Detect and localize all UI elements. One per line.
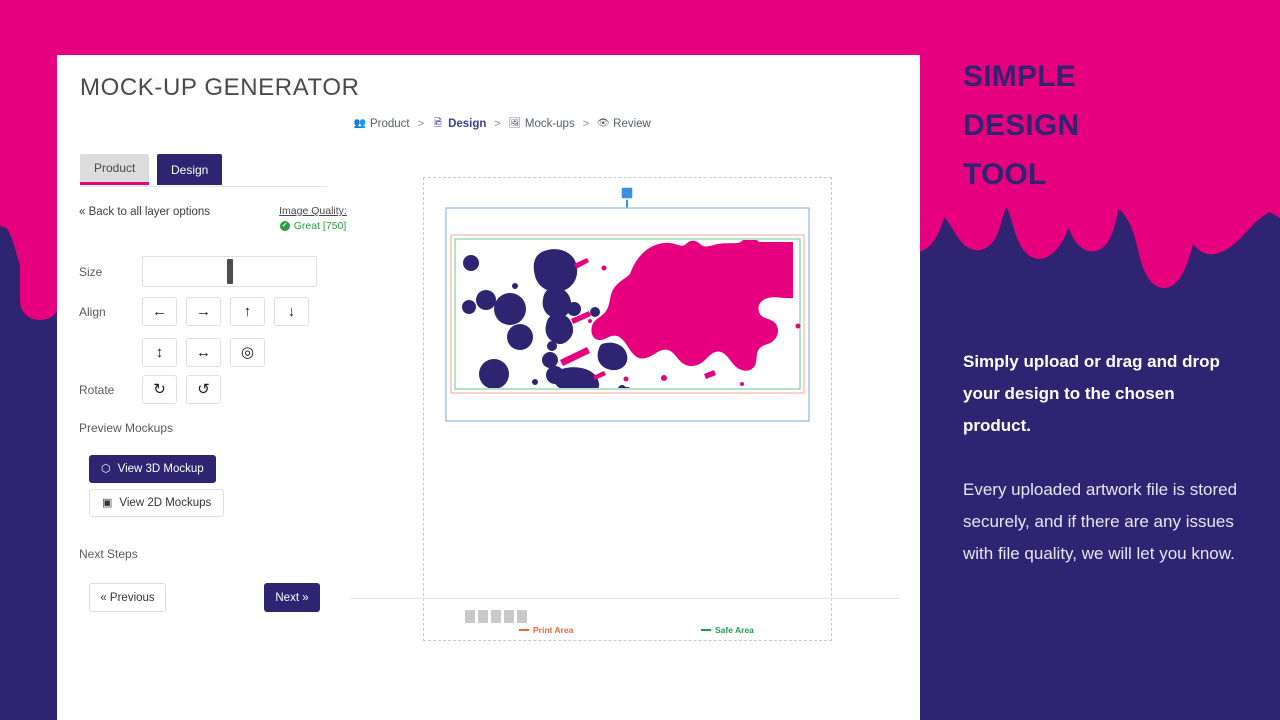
next-steps-heading: Next Steps — [79, 547, 138, 561]
marketing-title-line: DESIGN — [963, 109, 1080, 142]
marketing-body-text: Every uploaded artwork file is stored se… — [963, 480, 1238, 563]
preview-mockups-heading: Preview Mockups — [79, 421, 174, 435]
thumbnail-strip — [465, 610, 527, 623]
thumbnail-item[interactable] — [517, 610, 527, 623]
breadcrumb-label: Mock-ups — [524, 118, 575, 130]
design-canvas-stage[interactable] — [423, 177, 832, 641]
image-quality-value: Great [750] — [293, 220, 347, 232]
thumbnail-item[interactable] — [491, 610, 501, 623]
align-label: Align — [79, 304, 106, 319]
align-top-button[interactable]: ↑ — [230, 297, 265, 326]
rotate-clockwise-button[interactable]: ↻ — [142, 375, 177, 404]
marketing-title-line: TOOL — [963, 158, 1047, 191]
legend-dash-icon — [519, 629, 529, 631]
legend-safe-label: Safe Area — [715, 625, 754, 635]
users-icon: 👥 — [353, 118, 367, 129]
app-card: MOCK-UP GENERATOR 👥 Product > 🖻 Design >… — [57, 55, 920, 720]
tab-design[interactable]: Design — [157, 154, 223, 185]
size-control-row: Size — [79, 256, 317, 287]
align-control-row-1: Align ← → ↑ ↓ — [79, 297, 318, 326]
page-title: MOCK-UP GENERATOR — [80, 74, 360, 101]
breadcrumb-item-mockups[interactable]: 🖼 Mock-ups — [509, 118, 575, 130]
breadcrumb-separator: > — [417, 118, 425, 130]
tab-bar: Product Design — [80, 154, 327, 187]
check-circle-icon: ✓ — [279, 221, 290, 231]
image-quality-label: Image Quality: — [279, 205, 347, 217]
view-3d-mockup-button[interactable]: ⬡ View 3D Mockup — [89, 455, 216, 483]
next-button[interactable]: Next » — [264, 583, 320, 612]
marketing-panel: SIMPLE DESIGN TOOL Simply upload or drag… — [963, 0, 1280, 720]
marketing-lead-text: Simply upload or drag and drop your desi… — [963, 352, 1220, 435]
rotate-counterclockwise-button[interactable]: ↺ — [186, 375, 221, 404]
breadcrumb-item-design[interactable]: 🖻 Design — [432, 118, 486, 130]
image-icon: 🖻 — [434, 118, 443, 129]
eye-icon: 👁 — [596, 118, 610, 129]
align-control-row-2: ↕ ↔ ◎ — [79, 338, 274, 367]
canvas-legend: Print Area Safe Area — [423, 625, 832, 641]
breadcrumb-separator: > — [494, 118, 501, 130]
rotate-handle[interactable] — [620, 186, 634, 200]
previous-button[interactable]: « Previous — [89, 583, 166, 612]
canvas-inner — [424, 178, 831, 640]
legend-safe-area: Safe Area — [701, 625, 754, 635]
breadcrumb-separator: > — [582, 118, 590, 130]
marketing-title: SIMPLE DESIGN TOOL — [963, 52, 1079, 199]
stretch-horizontal-button[interactable]: ↔ — [186, 338, 221, 367]
view-2d-mockups-label: View 2D Mockups — [119, 497, 212, 509]
legend-dash-icon — [701, 629, 711, 631]
stretch-vertical-button[interactable]: ↕ — [142, 338, 177, 367]
image-quality-block: Image Quality: ✓ Great [750] — [253, 205, 373, 232]
image-quality-value-row: ✓ Great [750] — [253, 220, 373, 232]
size-label: Size — [79, 264, 103, 279]
legend-print-area: Print Area — [519, 625, 573, 635]
artwork-paint-splatter[interactable] — [462, 238, 801, 399]
rotate-label: Rotate — [79, 382, 115, 397]
back-to-layer-options-link[interactable]: « Back to all layer options — [79, 206, 210, 218]
thumbnail-item[interactable] — [478, 610, 488, 623]
align-bottom-button[interactable]: ↓ — [274, 297, 309, 326]
breadcrumb-item-product[interactable]: 👥 Product — [354, 118, 410, 130]
breadcrumb: 👥 Product > 🖻 Design > 🖼 Mock-ups > 👁 Re… — [354, 118, 651, 130]
align-right-button[interactable]: → — [186, 297, 221, 326]
thumbnail-item[interactable] — [504, 610, 514, 623]
breadcrumb-label: Design — [448, 118, 487, 130]
view-2d-mockups-button[interactable]: ▣ View 2D Mockups — [89, 489, 225, 517]
legend-print-label: Print Area — [533, 625, 574, 635]
breadcrumb-item-review[interactable]: 👁 Review — [597, 118, 651, 130]
align-left-button[interactable]: ← — [142, 297, 177, 326]
cube-icon: ⬡ — [101, 462, 111, 475]
marketing-title-line: SIMPLE — [963, 60, 1076, 93]
stage-divider — [350, 598, 900, 599]
image-icon: ▣ — [102, 496, 113, 509]
center-target-button[interactable]: ◎ — [230, 338, 265, 367]
size-slider-handle[interactable] — [226, 259, 233, 284]
view-3d-mockup-label: View 3D Mockup — [117, 463, 204, 475]
breadcrumb-label: Product — [370, 118, 410, 130]
thumbnail-item[interactable] — [465, 610, 475, 623]
rotate-control-row: Rotate ↻ ↺ — [79, 375, 230, 404]
breadcrumb-label: Review — [613, 118, 651, 130]
tab-product[interactable]: Product — [80, 154, 150, 185]
picture-icon: 🖼 — [508, 118, 522, 129]
size-slider[interactable] — [142, 256, 317, 287]
